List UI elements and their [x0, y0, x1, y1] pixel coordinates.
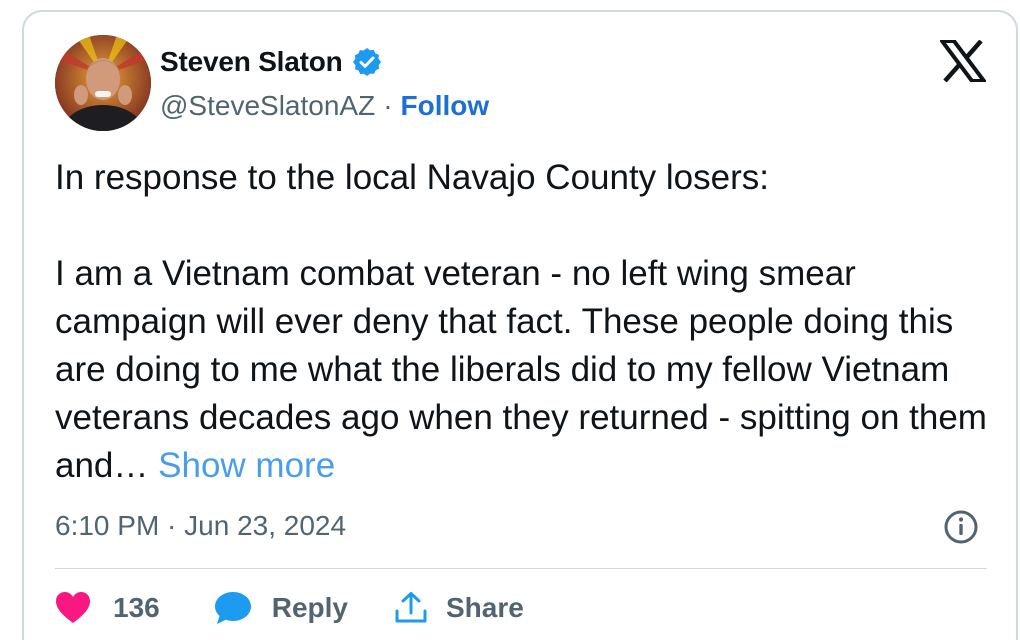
speech-bubble-icon	[214, 592, 251, 624]
author-handle-row: @SteveSlatonAZ · Follow	[160, 86, 489, 126]
like-count: 136	[113, 592, 160, 623]
tweet-timestamp[interactable]: 6:10 PM · Jun 23, 2024	[55, 506, 346, 546]
action-bar: 136 Reply Share	[55, 584, 524, 632]
verified-badge-icon	[351, 46, 383, 78]
divider	[55, 568, 987, 569]
info-icon[interactable]	[943, 509, 979, 545]
share-button[interactable]: Share	[394, 591, 524, 625]
author-name[interactable]: Steven Slaton	[160, 46, 343, 78]
follow-button[interactable]: Follow	[401, 90, 490, 122]
tweet-text-line1: In response to the local Navajo County l…	[55, 158, 769, 197]
share-label: Share	[445, 592, 524, 623]
author-name-row: Steven Slaton	[160, 42, 383, 82]
share-upload-icon	[395, 592, 427, 623]
tweet-text-body: I am a Vietnam combat veteran - no left …	[55, 250, 995, 490]
reply-label: Reply	[271, 592, 348, 623]
author-handle[interactable]: @SteveSlatonAZ	[160, 90, 375, 122]
x-logo-icon[interactable]	[938, 39, 988, 83]
tweet-text: In response to the local Navajo County l…	[55, 154, 995, 490]
like-button[interactable]: 136	[55, 591, 160, 625]
separator-dot: ·	[383, 90, 393, 121]
show-more-link[interactable]: Show more	[158, 446, 335, 485]
reply-button[interactable]: Reply	[214, 591, 348, 625]
avatar[interactable]	[55, 35, 151, 131]
heart-icon	[56, 592, 90, 623]
